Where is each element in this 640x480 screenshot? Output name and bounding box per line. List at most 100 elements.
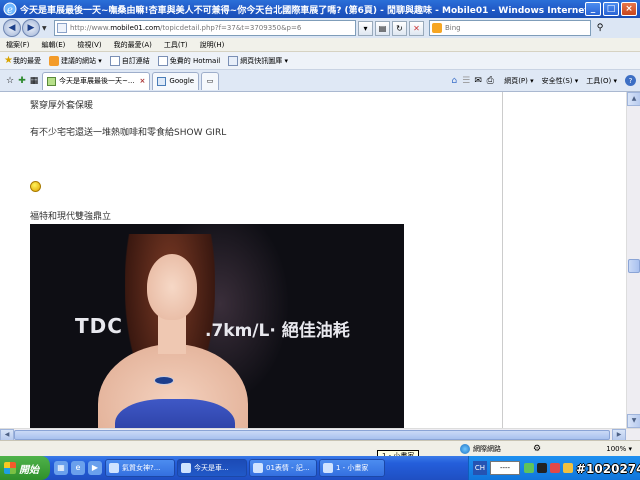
fav-web-slice-gallery[interactable]: 網頁快訊圖庫 ▾ [228, 55, 288, 66]
antivirus-tray-icon[interactable] [550, 463, 560, 473]
security-zone-label: 網際網路 [473, 444, 501, 453]
page-content: 緊穿厚外套保暖 有不少宅宅還送一堆熱咖啡和零食給SHOW GIRL 福特和現代雙… [0, 92, 626, 428]
page-icon [57, 23, 67, 33]
tab-row: ☆ ✚ ▦ 今天是車展最後一天~... × Google ▭ ⌂ ☰ ✉ ⎙ 網… [0, 70, 640, 92]
start-button[interactable]: 開始 [0, 456, 50, 480]
menu-file[interactable]: 檔案(F) [6, 40, 30, 50]
favorites-center-icon[interactable]: ☆ [4, 76, 16, 86]
show-girl-photo[interactable]: TDC .7km/L· 絕佳油耗 [30, 224, 404, 428]
taskbar-button-3-label: 01表情 - 記... [266, 464, 310, 472]
window-title: 今天是車展最後一天~嘸桑由嘛!杏車與美人不可兼得~你今天台北國際車展了嗎? (第… [20, 5, 585, 16]
zoom-level[interactable]: 100% ▾ [606, 445, 632, 453]
quick-tabs-icon[interactable]: ▦ [28, 76, 40, 86]
add-favorites-icon[interactable]: ✚ [16, 76, 28, 86]
horizontal-scrollbar[interactable]: ◀ ▶ [0, 428, 640, 441]
network-tray-icon[interactable] [524, 463, 534, 473]
fav-web-slice-gallery-label: 網頁快訊圖庫 ▾ [240, 56, 288, 65]
minimize-button[interactable]: _ [585, 2, 601, 16]
protected-mode-icon[interactable]: ⚙ [531, 444, 543, 454]
search-input[interactable] [445, 24, 575, 32]
search-box[interactable] [429, 20, 591, 36]
print-icon[interactable]: ⎙ [484, 76, 496, 86]
tools-menu-button[interactable]: 工具(O) ▾ [586, 76, 617, 86]
photo-ad-text-right: .7km/L· 絕佳油耗 [205, 321, 350, 341]
ie-logo-icon: e [3, 2, 17, 16]
maximize-button[interactable]: □ [603, 2, 619, 16]
taskbar-button-1[interactable]: 氣質女神?... [105, 459, 175, 477]
window-controls: _ □ × [585, 2, 637, 16]
tab-google-label: Google [169, 77, 195, 85]
feeds-icon[interactable]: ☰ [460, 76, 472, 86]
menu-view[interactable]: 檢視(V) [77, 40, 101, 50]
taskbar-button-3[interactable]: 01表情 - 記... [249, 459, 317, 477]
menu-tools[interactable]: 工具(T) [164, 40, 188, 50]
fav-hotmail-label: 免費的 Hotmail [169, 56, 221, 65]
taskbar-button-2[interactable]: 今天是車... [177, 459, 247, 477]
back-button[interactable]: ◀ [3, 19, 21, 37]
new-tab-button[interactable]: ▭ [201, 71, 220, 90]
favorites-button[interactable]: ★ 我的最愛 [4, 55, 41, 66]
menu-help[interactable]: 說明(H) [200, 40, 225, 50]
fav-suggested-sites-label: 建議的網站 ▾ [60, 56, 102, 65]
vertical-scroll-thumb[interactable] [628, 259, 640, 273]
start-label: 開始 [19, 464, 39, 476]
taskbar-button-4-label: 1 - 小畫家 [336, 464, 369, 472]
fav-hotmail[interactable]: 免費的 Hotmail [157, 55, 221, 66]
address-bar[interactable]: http://www.mobile01.com/topicdetail.php?… [54, 20, 356, 36]
favorites-label: 我的最愛 [12, 56, 41, 65]
tray-app-icon[interactable] [537, 463, 547, 473]
post-body: 緊穿厚外套保暖 有不少宅宅還送一堆熱咖啡和零食給SHOW GIRL 福特和現代雙… [0, 92, 503, 428]
forward-button[interactable]: ▶ [22, 19, 40, 37]
close-tab-icon[interactable]: × [140, 77, 146, 85]
ie-window-icon [109, 463, 119, 473]
address-url: http://www.mobile01.com/topicdetail.php?… [70, 24, 302, 32]
ford-badge-icon [154, 376, 174, 385]
scroll-up-icon[interactable]: ▲ [627, 92, 640, 106]
page-menu-button[interactable]: 網頁(P) ▾ [504, 76, 533, 86]
horizontal-scroll-thumb[interactable] [14, 430, 610, 440]
taskbar-button-1-label: 氣質女神?... [122, 464, 161, 472]
home-icon[interactable]: ⌂ [448, 76, 460, 86]
menu-edit[interactable]: 編輯(E) [42, 40, 66, 50]
new-tab-icon: ▭ [206, 77, 214, 85]
title-bar: e 今天是車展最後一天~嘸桑由嘛!杏車與美人不可兼得~你今天台北國際車展了嗎? … [0, 0, 640, 18]
tab-google[interactable]: Google [152, 71, 200, 90]
post-text-line: 福特和現代雙強鼎立 [30, 212, 112, 222]
help-button[interactable]: ? [625, 75, 636, 86]
ime-status-box[interactable]: ---- [490, 461, 520, 475]
address-dropdown-icon[interactable]: ▾ [358, 20, 373, 36]
watermark-text: #1020274 [576, 462, 640, 476]
tab-current[interactable]: 今天是車展最後一天~... × [42, 71, 151, 90]
post-text-line: 有不少宅宅還送一堆熱咖啡和零食給SHOW GIRL [30, 128, 227, 138]
history-dropdown-icon[interactable]: ▼ [42, 25, 50, 32]
fav-suggested-sites[interactable]: 建議的網站 ▾ [48, 55, 102, 66]
fav-custom-links[interactable]: 自訂連結 [109, 55, 150, 66]
star-icon: ★ [4, 55, 13, 66]
command-bar: ⌂ ☰ ✉ ⎙ 網頁(P) ▾ 安全性(S) ▾ 工具(O) ▾ ? [448, 75, 640, 86]
scroll-down-icon[interactable]: ▼ [627, 414, 640, 428]
taskbar-button-4[interactable]: 1 - 小畫家 [319, 459, 385, 477]
stop-button[interactable]: ✕ [409, 20, 424, 36]
ie-quicklaunch-icon[interactable]: e [71, 461, 85, 475]
menu-bar: 檔案(F) 編輯(E) 檢視(V) 我的最愛(A) 工具(T) 說明(H) [0, 38, 640, 52]
security-zone[interactable]: 網際網路 [460, 443, 501, 454]
windows-flag-icon [4, 462, 16, 474]
menu-favorites[interactable]: 我的最愛(A) [114, 40, 152, 50]
close-button[interactable]: × [621, 2, 637, 16]
safety-menu-button[interactable]: 安全性(S) ▾ [542, 76, 579, 86]
search-icon[interactable]: ⚲ [593, 21, 607, 35]
right-sidebar [504, 92, 626, 428]
vertical-scrollbar[interactable]: ▲ ▼ [626, 92, 640, 428]
mail-icon[interactable]: ✉ [472, 76, 484, 86]
smiley-icon [30, 181, 41, 192]
compat-view-icon[interactable]: ▤ [375, 20, 390, 36]
show-desktop-icon[interactable]: ▦ [54, 461, 68, 475]
bing-logo-icon [432, 23, 442, 33]
volume-tray-icon[interactable] [563, 463, 573, 473]
input-language-indicator[interactable]: CH [473, 461, 487, 475]
refresh-button[interactable]: ↻ [392, 20, 407, 36]
globe-icon [460, 443, 470, 454]
paint-icon [323, 463, 333, 473]
page-link-icon [109, 55, 120, 66]
media-player-icon[interactable]: ▶ [88, 461, 102, 475]
